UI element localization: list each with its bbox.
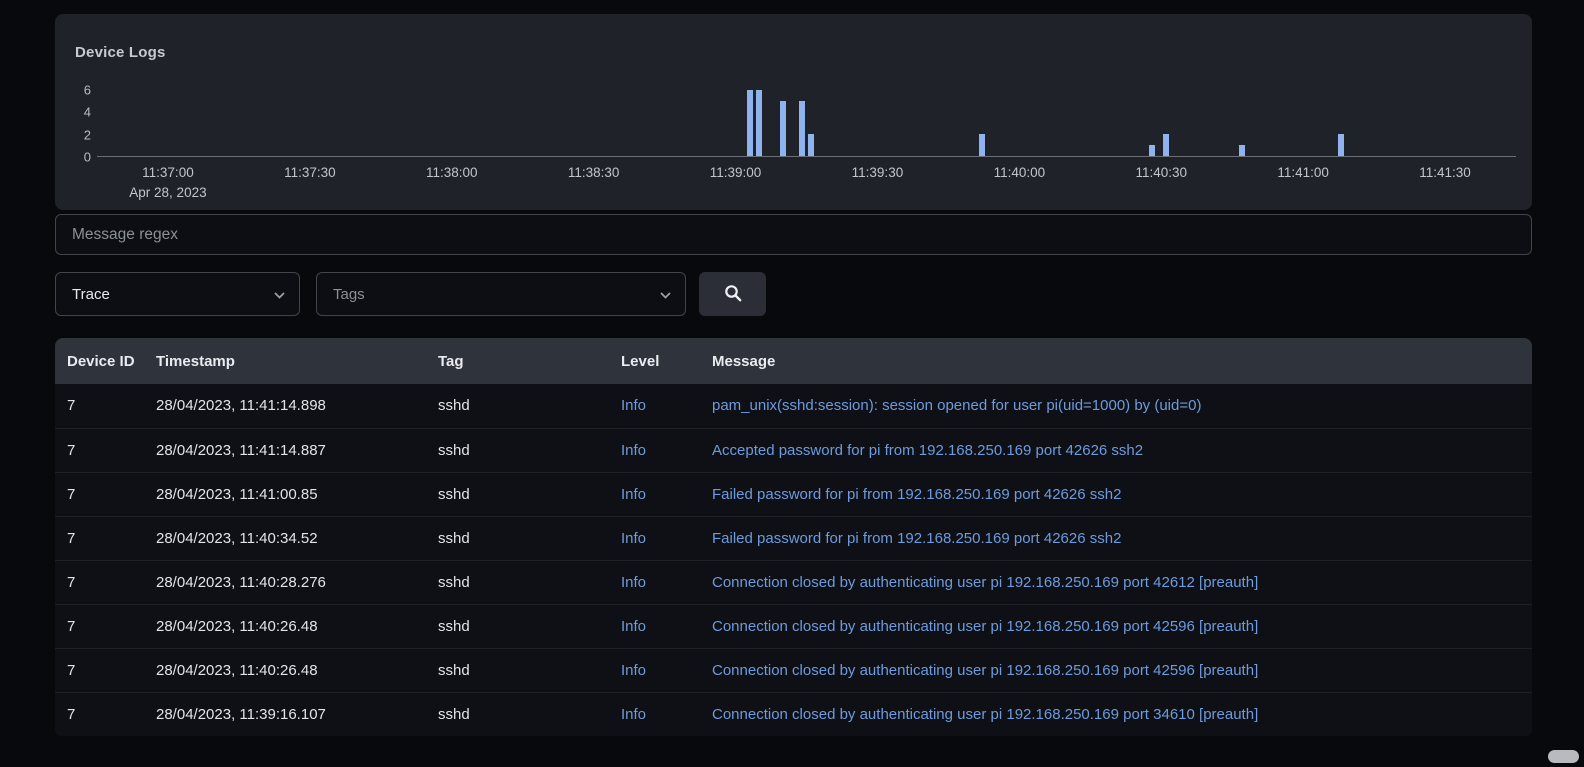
- y-axis-label: 0: [83, 149, 91, 165]
- message-regex-input[interactable]: [55, 214, 1532, 255]
- page: Device Logs 0 2 4 6 11:37:00 11:37:30 11:38:0…: [0, 0, 1584, 736]
- chart-bar: [779, 101, 786, 156]
- filter-row: Trace Tags: [55, 272, 1532, 316]
- tag-cell: sshd: [426, 384, 609, 428]
- column-header-device-id: Device ID: [55, 338, 144, 384]
- message-cell: Connection closed by authenticating user…: [700, 647, 1532, 692]
- device-id-cell: 7: [55, 647, 144, 692]
- message-cell: pam_unix(sshd:session): session opened f…: [700, 384, 1532, 428]
- chart-area: 0246 11:37:00 11:37:30 11:38:00 11:38:30 11:…: [75, 79, 1516, 200]
- timestamp-cell: 28/04/2023, 11:40:26.48: [144, 603, 426, 648]
- chart-bar: [808, 134, 815, 156]
- level-cell: Info: [609, 691, 700, 736]
- timestamp-cell: 28/04/2023, 11:41:14.898: [144, 384, 426, 428]
- timestamp-cell: 28/04/2023, 11:40:28.276: [144, 559, 426, 604]
- chart-bar: [756, 90, 763, 156]
- tag-cell: sshd: [426, 515, 609, 560]
- chart-bar: [978, 134, 985, 156]
- log-table-container: Device ID Timestamp Tag Level Message 72…: [55, 338, 1532, 736]
- level-cell: Info: [609, 515, 700, 560]
- table-row[interactable]: 7 28/04/2023, 11:39:16.107 sshd Info Connect…: [55, 691, 1532, 736]
- message-cell: Connection closed by authenticating user…: [700, 559, 1532, 604]
- table-row[interactable]: 7 28/04/2023, 11:40:34.52 sshd Info Failed p…: [55, 515, 1532, 560]
- x-axis-label: 11:37:30: [284, 165, 336, 180]
- level-cell: Info: [609, 603, 700, 648]
- chart-bar: [1238, 145, 1245, 156]
- device-id-cell: 7: [55, 515, 144, 560]
- chart-y-axis: 0 2 4 6: [75, 79, 97, 164]
- log-table: Device ID Timestamp Tag Level Message 72…: [55, 338, 1532, 736]
- level-cell: Info: [609, 471, 700, 516]
- message-cell: Connection closed by authenticating user…: [700, 691, 1532, 736]
- message-cell: Failed password for pi from 192.168.250.…: [700, 515, 1532, 560]
- search-button[interactable]: [699, 272, 766, 316]
- y-axis-label: 2: [83, 127, 91, 143]
- level-select[interactable]: Trace: [55, 272, 300, 316]
- table-row[interactable]: 7 28/04/2023, 11:41:00.85 sshd Info Failed p…: [55, 471, 1532, 516]
- device-id-cell: 7: [55, 471, 144, 516]
- table-header-row: Device ID Timestamp Tag Level Message: [55, 338, 1532, 384]
- chart-bar: [1337, 134, 1344, 156]
- table-row[interactable]: 7 28/04/2023, 11:40:26.48 sshd Info Connecti…: [55, 647, 1532, 692]
- level-cell: Info: [609, 647, 700, 692]
- device-id-cell: 7: [55, 427, 144, 472]
- tag-cell: sshd: [426, 427, 609, 472]
- column-header-tag: Tag: [426, 338, 609, 384]
- x-axis-label: 11:41:00: [1277, 165, 1329, 180]
- timestamp-cell: 28/04/2023, 11:41:00.85: [144, 471, 426, 516]
- x-axis-label: 11:38:00: [425, 165, 478, 180]
- x-axis-label: 11:37:00: [142, 165, 194, 180]
- chart-plot: 11:37:00 11:37:30 11:38:00 11:38:30 11:39:00…: [97, 79, 1516, 200]
- tags-select[interactable]: Tags: [316, 272, 686, 316]
- x-axis-label: 11:41:30: [1419, 165, 1471, 180]
- device-id-cell: 7: [55, 691, 144, 736]
- x-axis-date-label: Apr 28, 2023: [129, 185, 207, 200]
- column-header-message: Message: [700, 338, 1532, 384]
- x-axis-label: 11:40:00: [993, 165, 1046, 180]
- tag-cell: sshd: [426, 691, 609, 736]
- chevron-down-icon: [274, 286, 285, 303]
- message-cell: Accepted password for pi from 192.168.25…: [700, 427, 1532, 472]
- timestamp-cell: 28/04/2023, 11:40:26.48: [144, 647, 426, 692]
- search-icon: [724, 284, 742, 305]
- chart-bar: [798, 101, 805, 156]
- level-cell: Info: [609, 384, 700, 428]
- message-cell: Connection closed by authenticating user…: [700, 603, 1532, 648]
- scrollbar-thumb[interactable]: [1548, 750, 1579, 763]
- chevron-down-icon: [660, 286, 671, 303]
- timestamp-cell: 28/04/2023, 11:40:34.52: [144, 515, 426, 560]
- device-id-cell: 7: [55, 559, 144, 604]
- column-header-level: Level: [609, 338, 700, 384]
- chart-title: Device Logs: [75, 44, 166, 61]
- timestamp-cell: 28/04/2023, 11:41:14.887: [144, 427, 426, 472]
- level-cell: Info: [609, 427, 700, 472]
- table-row[interactable]: 7 28/04/2023, 11:41:14.887 sshd Info Accepte…: [55, 427, 1532, 472]
- tag-cell: sshd: [426, 647, 609, 692]
- x-axis-label: 11:38:30: [567, 165, 620, 180]
- table-row[interactable]: 7 28/04/2023, 11:40:28.276 sshd Info Connect…: [55, 559, 1532, 604]
- level-select-value: Trace: [72, 285, 110, 303]
- device-id-cell: 7: [55, 384, 144, 428]
- x-axis-label: 11:39:30: [851, 165, 904, 180]
- chart-bar: [746, 90, 753, 156]
- log-table-body: 7 28/04/2023, 11:41:14.898 sshd Info pam_uni…: [55, 384, 1532, 736]
- tag-cell: sshd: [426, 471, 609, 516]
- x-axis-label: 11:39:00: [709, 165, 762, 180]
- device-id-cell: 7: [55, 603, 144, 648]
- message-cell: Failed password for pi from 192.168.250.…: [700, 471, 1532, 516]
- chart-bar: [1148, 145, 1155, 156]
- tag-cell: sshd: [426, 559, 609, 604]
- column-header-timestamp: Timestamp: [144, 338, 426, 384]
- x-axis-label: 11:40:30: [1135, 165, 1188, 180]
- level-cell: Info: [609, 559, 700, 604]
- y-axis-label: 4: [83, 104, 91, 120]
- y-axis-label: 6: [83, 82, 91, 98]
- table-row[interactable]: 7 28/04/2023, 11:41:14.898 sshd Info pam_uni…: [55, 384, 1532, 428]
- tag-cell: sshd: [426, 603, 609, 648]
- table-row[interactable]: 7 28/04/2023, 11:40:26.48 sshd Info Connecti…: [55, 603, 1532, 648]
- device-logs-chart-panel: Device Logs 0 2 4 6 11:37:00 11:37:30 11:38:0…: [55, 14, 1532, 210]
- tags-select-placeholder: Tags: [333, 285, 365, 303]
- chart-bar: [1162, 134, 1169, 156]
- timestamp-cell: 28/04/2023, 11:39:16.107: [144, 691, 426, 736]
